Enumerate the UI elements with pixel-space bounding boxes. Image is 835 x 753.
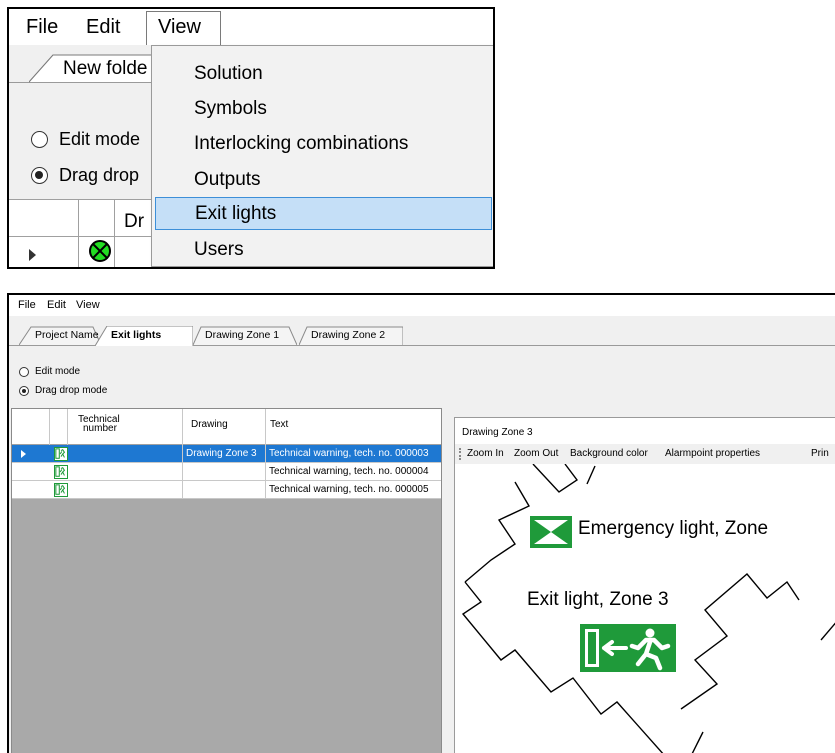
row-pointer-icon (21, 450, 26, 458)
toolbar-grip-icon[interactable] (459, 448, 461, 460)
tab-label: Drawing Zone 1 (205, 329, 280, 341)
radio-edit-mode[interactable]: Edit mode (31, 126, 140, 152)
column-header-number[interactable]: number (83, 424, 117, 434)
table-row[interactable]: Drawing Zone 3 Technical warning, tech. … (12, 445, 441, 463)
alarmpoint-properties-button[interactable]: Alarmpoint properties (665, 448, 760, 459)
column-header-drawing[interactable]: Drawing (191, 420, 228, 430)
tab-label: New folde (63, 58, 148, 79)
row-pointer-icon (29, 249, 36, 261)
menu-item-outputs[interactable]: Outputs (155, 163, 492, 196)
cell-drawing: Drawing Zone 3 (182, 445, 265, 462)
zoom-out-button[interactable]: Zoom Out (514, 448, 558, 459)
cell-drawing (182, 463, 265, 480)
emergency-light-icon (530, 516, 572, 548)
exit-sign-icon (54, 447, 68, 461)
cell-text: Technical warning, tech. no. 000005 (265, 481, 443, 498)
tab-drawing-zone-1[interactable]: Drawing Zone 1 (193, 326, 297, 345)
radio-circle-checked (31, 166, 48, 184)
grid-header-drawing: Dr (124, 211, 145, 232)
tab-strip: Project Name Exit lights Drawing Zone 1 … (9, 316, 835, 346)
grid-header: Technical number Drawing Text (12, 409, 441, 445)
drawing-panel-title: Drawing Zone 3 (462, 427, 533, 438)
tab-label: Exit lights (111, 329, 162, 341)
menu-view[interactable]: View (146, 11, 221, 45)
menu-view[interactable]: View (76, 299, 100, 311)
view-menu-zoom-screenshot: File Edit View New folde Edit mode Drag … (7, 7, 495, 269)
radio-drag-drop-mode[interactable]: Drag drop mode (19, 385, 107, 396)
background-color-button[interactable]: Background color (570, 448, 648, 459)
menu-item-solution[interactable]: Solution (155, 57, 492, 90)
grid-line (114, 199, 115, 267)
drawing-panel: Drawing Zone 3 Zoom In Zoom Out Backgrou… (454, 417, 835, 753)
column-separator (182, 409, 183, 445)
menu-edit[interactable]: Edit (47, 299, 66, 311)
radio-label: Drag drop (59, 164, 140, 185)
menu-item-exit-lights[interactable]: Exit lights (155, 197, 492, 230)
menu-item-users[interactable]: Users (155, 233, 492, 266)
exit-sign-icon (54, 483, 68, 497)
menu-edit[interactable]: Edit (86, 9, 120, 45)
menu-file[interactable]: File (18, 299, 36, 311)
exit-sign-icon (54, 465, 68, 479)
exit-light-label[interactable]: Exit light, Zone 3 (527, 589, 669, 611)
column-separator (49, 409, 50, 445)
tab-exit-lights[interactable]: Exit lights (95, 326, 193, 346)
green-alarm-symbol-icon (89, 240, 111, 262)
radio-label: Drag drop mode (35, 385, 108, 396)
cell-text: Technical warning, tech. no. 000003 (265, 445, 443, 462)
table-row[interactable]: Technical warning, tech. no. 000005 (12, 481, 441, 499)
tab-project-name[interactable]: Project Name (19, 326, 101, 345)
menu-item-symbols[interactable]: Symbols (155, 92, 492, 125)
table-row[interactable]: Technical warning, tech. no. 000004 (12, 463, 441, 481)
radio-circle (31, 130, 48, 148)
cell-drawing (182, 481, 265, 498)
column-separator (67, 409, 68, 445)
radio-label: Edit mode (35, 366, 81, 377)
tab-label: Drawing Zone 2 (311, 329, 386, 341)
print-button[interactable]: Prin (811, 448, 829, 459)
radio-circle (19, 366, 29, 377)
menu-bar: File Edit View (9, 9, 493, 45)
radio-drag-drop-mode[interactable]: Drag drop (31, 162, 139, 188)
menu-bar: File Edit View (9, 295, 835, 316)
column-separator (265, 409, 266, 445)
drawing-toolbar: Zoom In Zoom Out Background color Alarmp… (455, 444, 835, 464)
app-window-screenshot: File Edit View Project Name Exit lights … (7, 293, 835, 753)
radio-circle-checked (19, 385, 29, 396)
menu-file[interactable]: File (26, 9, 58, 45)
cell-text: Technical warning, tech. no. 000004 (265, 463, 443, 480)
column-header-text[interactable]: Text (270, 420, 288, 430)
menu-item-interlocking-combinations[interactable]: Interlocking combinations (155, 127, 492, 160)
tab-drawing-zone-2[interactable]: Drawing Zone 2 (299, 326, 403, 345)
grid-line (78, 199, 79, 267)
emergency-light-label[interactable]: Emergency light, Zone (578, 518, 768, 540)
exit-lights-grid: Technical number Drawing Text Drawing Zo… (11, 408, 442, 753)
tab-label: Project Name (35, 329, 99, 341)
view-dropdown-menu: Solution Symbols Interlocking combinatio… (151, 45, 493, 267)
exit-sign-icon[interactable] (580, 624, 676, 672)
radio-edit-mode[interactable]: Edit mode (19, 366, 80, 377)
radio-label: Edit mode (59, 128, 141, 149)
zoom-in-button[interactable]: Zoom In (467, 448, 504, 459)
